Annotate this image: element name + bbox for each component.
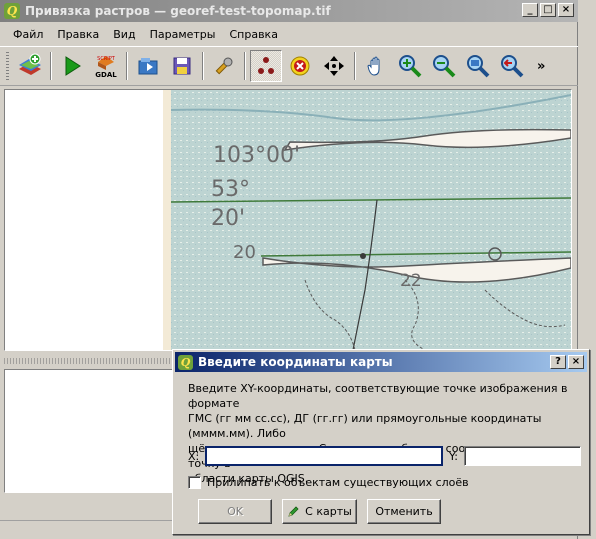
coordinate-inputs-row: X: Y: — [188, 446, 581, 466]
gcp-table[interactable] — [4, 369, 176, 493]
y-coordinate-input[interactable] — [464, 446, 581, 466]
menu-bar: Файл Правка Вид Параметры Справка — [0, 24, 578, 44]
dialog-description: Введите XY-координаты, соответствующие т… — [188, 381, 583, 486]
add-point-button[interactable] — [250, 50, 282, 82]
description-line: ГМС (гг мм сс.сс), ДГ (гг.гг) или прямоу… — [188, 412, 542, 440]
zoom-in-button[interactable] — [394, 50, 426, 82]
close-button[interactable]: × — [558, 3, 574, 17]
pencil-icon — [287, 505, 300, 518]
dialog-help-button[interactable]: ? — [550, 355, 566, 369]
dialog-titlebar[interactable]: Q Введите координаты карты ? × — [175, 352, 587, 372]
pan-button[interactable] — [360, 50, 392, 82]
save-gcp-button[interactable] — [166, 50, 198, 82]
toolbar-separator — [354, 52, 356, 80]
map-canvas[interactable]: 103°00' 53° 20' 20 22 — [4, 89, 572, 351]
toolbar-separator — [244, 52, 246, 80]
ok-button[interactable]: OK — [198, 499, 272, 524]
start-georef-icon — [65, 56, 81, 76]
load-gcp-button[interactable] — [132, 50, 164, 82]
open-raster-icon — [19, 53, 41, 75]
description-line: Введите XY-координаты, соответствующие т… — [188, 382, 568, 410]
delete-point-button[interactable] — [284, 50, 316, 82]
load-gcp-icon — [138, 58, 158, 75]
snap-to-layers-label[interactable]: Прилипать к объектам существующих слоёв — [207, 476, 469, 489]
toolbar-overflow-chevron[interactable]: » — [537, 59, 545, 74]
georeferencer-toolbar: SCRIPT GDAL » — [0, 46, 578, 86]
menu-help[interactable]: Справка — [222, 26, 284, 43]
zoom-to-layer-icon — [467, 55, 490, 78]
toolbar-separator — [202, 52, 204, 80]
generate-gdal-script-button[interactable]: SCRIPT GDAL — [90, 50, 122, 82]
dialog-close-button[interactable]: × — [568, 355, 584, 369]
snap-to-layers-checkbox[interactable] — [188, 476, 201, 489]
map-label-longitude: 103°00' — [213, 143, 300, 168]
window-titlebar[interactable]: Q Привязка растров — georef-test-topomap… — [0, 0, 578, 22]
toolbar-separator — [50, 52, 52, 80]
zoom-to-layer-button[interactable] — [462, 50, 494, 82]
cancel-button[interactable]: Отменить — [367, 499, 441, 524]
add-point-icon — [258, 57, 274, 74]
menu-file[interactable]: Файл — [6, 26, 50, 43]
start-georef-button[interactable] — [56, 50, 88, 82]
map-label-22: 22 — [400, 271, 422, 291]
menu-edit[interactable]: Правка — [50, 26, 106, 43]
y-label: Y: — [449, 449, 458, 463]
transform-settings-button[interactable] — [208, 50, 240, 82]
settings-icon — [215, 57, 233, 75]
snap-option-row[interactable]: Прилипать к объектам существующих слоёв — [188, 476, 469, 489]
move-point-button[interactable] — [318, 50, 350, 82]
generate-gdal-script-icon: SCRIPT GDAL — [95, 56, 117, 79]
x-coordinate-input[interactable] — [205, 446, 443, 466]
window-title: Привязка растров — georef-test-topomap.t… — [25, 4, 331, 18]
save-gcp-icon — [173, 57, 191, 75]
toolbar-grip[interactable] — [6, 52, 9, 80]
qgis-logo-icon: Q — [178, 354, 193, 370]
zoom-last-button[interactable] — [496, 50, 528, 82]
dialog-title: Введите координаты карты — [198, 355, 393, 369]
menu-settings[interactable]: Параметры — [143, 26, 223, 43]
from-canvas-button[interactable]: С карты — [282, 499, 357, 524]
x-label: X: — [188, 449, 200, 463]
svg-text:GDAL: GDAL — [95, 71, 117, 79]
toolbar-separator — [126, 52, 128, 80]
map-label-20: 20 — [233, 242, 256, 263]
zoom-last-icon — [501, 55, 524, 78]
move-point-icon — [324, 56, 344, 76]
zoom-out-icon — [433, 55, 456, 78]
dialog-button-row: OK С карты Отменить — [198, 499, 441, 524]
raster-map-image: 103°00' 53° 20' 20 22 — [5, 90, 571, 350]
open-raster-button[interactable] — [14, 50, 46, 82]
menu-view[interactable]: Вид — [106, 26, 142, 43]
pan-icon — [367, 56, 380, 76]
map-label-latitude-min: 20' — [211, 206, 245, 231]
delete-point-icon — [290, 56, 310, 76]
zoom-out-button[interactable] — [428, 50, 460, 82]
map-label-latitude-deg: 53° — [211, 177, 250, 202]
from-canvas-label: С карты — [305, 505, 352, 518]
qgis-logo-icon: Q — [4, 3, 20, 19]
minimize-button[interactable]: _ — [522, 3, 538, 17]
zoom-in-icon — [399, 55, 422, 78]
maximize-button[interactable]: □ — [540, 3, 556, 17]
svg-text:SCRIPT: SCRIPT — [97, 56, 116, 62]
enter-map-coordinates-dialog: Q Введите координаты карты ? × Введите X… — [172, 349, 590, 535]
